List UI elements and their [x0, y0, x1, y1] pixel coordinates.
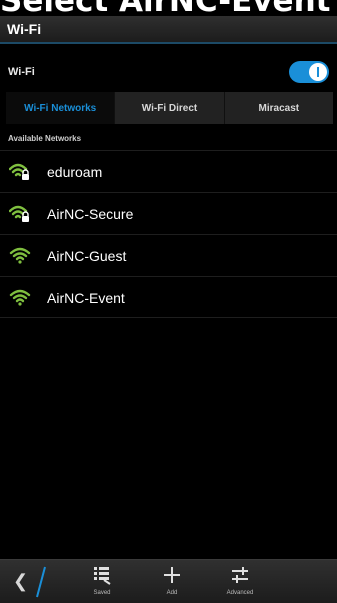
- advanced-button[interactable]: Advanced: [218, 560, 262, 603]
- back-divider: [36, 566, 46, 598]
- wifi-toggle[interactable]: [289, 61, 329, 83]
- wifi-icon: [9, 289, 31, 306]
- saved-list-icon: [94, 567, 111, 585]
- plus-icon: [164, 567, 180, 583]
- sliders-icon: [232, 567, 248, 583]
- network-item-airnc-guest[interactable]: AirNC-Guest: [0, 234, 337, 276]
- network-name: AirNC-Event: [47, 290, 125, 306]
- network-item-eduroam[interactable]: eduroam: [0, 150, 337, 192]
- chevron-left-icon: ❮: [13, 571, 29, 591]
- saved-button[interactable]: Saved: [80, 560, 124, 603]
- network-name: eduroam: [47, 164, 103, 180]
- wifi-toggle-row: Wi-Fi: [0, 58, 337, 86]
- wifi-secured-icon: [9, 205, 29, 222]
- network-item-airnc-secure[interactable]: AirNC-Secure: [0, 192, 337, 234]
- page-title: Wi-Fi: [7, 21, 42, 37]
- tab-bar: Wi-Fi Networks Wi-Fi Direct Miracast: [6, 92, 333, 124]
- app-header: Wi-Fi: [0, 16, 337, 44]
- network-item-airnc-event[interactable]: AirNC-Event: [0, 276, 337, 318]
- tab-wifi-direct[interactable]: Wi-Fi Direct: [114, 92, 223, 124]
- saved-button-label: Saved: [93, 590, 111, 596]
- network-name: AirNC-Secure: [47, 206, 134, 222]
- toggle-knob: [309, 63, 327, 81]
- add-button[interactable]: Add: [150, 560, 194, 603]
- network-list: eduroam AirNC-Secure AirNC-Guest AirNC-E…: [0, 150, 337, 318]
- page-heading: Select AirNC-Event: [0, 0, 337, 16]
- tab-miracast[interactable]: Miracast: [223, 92, 333, 124]
- advanced-button-label: Advanced: [226, 590, 254, 596]
- action-bar: ❮ Saved Add Advanced: [0, 559, 337, 603]
- add-button-label: Add: [166, 590, 178, 596]
- network-name: AirNC-Guest: [47, 248, 127, 264]
- tab-wifi-networks[interactable]: Wi-Fi Networks: [6, 92, 115, 124]
- wifi-icon: [9, 247, 31, 264]
- section-label: Available Networks: [8, 134, 82, 143]
- wifi-toggle-label: Wi-Fi: [8, 66, 35, 78]
- wifi-secured-icon: [9, 163, 29, 180]
